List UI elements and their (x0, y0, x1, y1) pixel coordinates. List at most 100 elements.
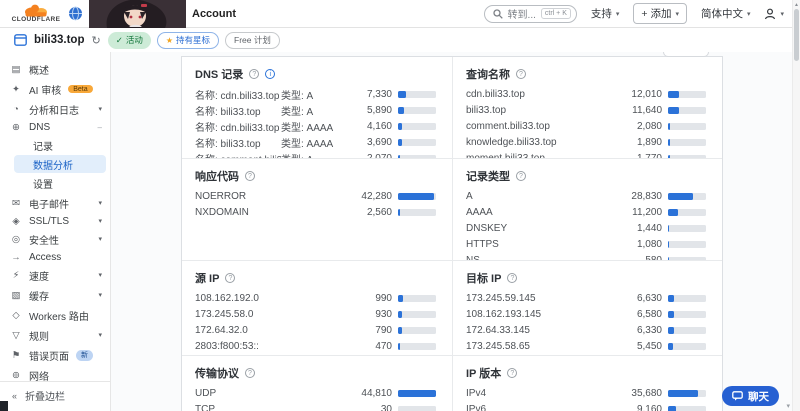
bar-track (668, 138, 706, 146)
help-icon[interactable]: ? (245, 368, 255, 378)
metric-row: 108.162.192.0 990 (195, 291, 436, 307)
help-icon[interactable]: ? (516, 69, 526, 79)
bar-fill (398, 390, 436, 398)
bar-track (398, 209, 436, 217)
sidebar-item-workers-routes[interactable]: ◇ Workers 路由 (0, 305, 110, 325)
panel-transport-protocol: 传输协议? UDP 44,810 TCP 30 (182, 355, 452, 411)
bar-track (398, 295, 436, 303)
metric-row: 名称: cdn.bili33.top 类型: AAAA 4,160 (195, 119, 436, 135)
sidebar-item-label: DNS (29, 121, 51, 133)
globe-icon[interactable] (68, 6, 83, 21)
sidebar-subitem-dns-analytics[interactable]: 数据分析 (14, 155, 106, 173)
help-icon[interactable]: ? (249, 69, 260, 79)
zone-badge-plan[interactable]: Free 计划 (225, 31, 280, 49)
panel-ip-version: IP 版本? IPv4 35,680 IPv6 9,160 (452, 355, 722, 411)
zone-badge-active[interactable]: ✓ 活动 (107, 31, 151, 49)
scrollbar-thumb[interactable] (794, 9, 799, 61)
sidebar-item-speed[interactable]: ⚡ 速度 ▾ (0, 265, 110, 285)
user-menu[interactable]: ▾ (764, 8, 784, 20)
zone-badge-star[interactable]: ★ 持有星标 (156, 31, 220, 49)
search-shortcut-badge: ctrl + K (540, 8, 571, 19)
content-area: DNS 记录? i 名称: cdn.bili33.top 类型: A 7,330 名称: … (111, 52, 800, 411)
chat-button[interactable]: 聊天 (722, 386, 779, 406)
bar-fill (668, 193, 693, 201)
metric-label: knowledge.bili33.top (466, 136, 557, 148)
add-menu[interactable]: + 添加 ▾ (633, 3, 687, 24)
chevron-down-icon: ▾ (98, 236, 102, 243)
scrollbar[interactable]: ▲ (792, 0, 800, 411)
metric-label: DNSKEY (466, 222, 508, 234)
collapse-indicator-icon: – (97, 122, 102, 132)
record-type: 类型: A (280, 91, 314, 103)
sidebar-item-ssl-tls[interactable]: ◈ SSL/TLS ▾ (0, 213, 110, 229)
info-icon[interactable]: i (265, 69, 276, 79)
bar-track (668, 240, 706, 248)
metric-row: cdn.bili33.top 12,010 (466, 87, 706, 103)
beta-badge: Beta (68, 85, 93, 93)
panel-title: 传输协议 (195, 368, 239, 380)
sidebar-item-label: 网络 (29, 371, 49, 382)
panel-dns-records: DNS 记录? i 名称: cdn.bili33.top 类型: A 7,330 名称: … (182, 57, 452, 158)
collapse-sidebar-button[interactable]: « 折叠边栏 (0, 381, 110, 411)
search-input[interactable]: 转到... ctrl + K (483, 4, 577, 23)
zone-badge-label: 活动 (125, 35, 143, 45)
metric-row: 2803:f800:53:: 470 (195, 338, 436, 354)
sidebar-item-error-pages[interactable]: ⚑ 错误页面新 (0, 345, 110, 365)
metric-label: IPv6 (466, 404, 487, 411)
refresh-icon[interactable]: ↻ (91, 34, 100, 47)
bar-track (398, 311, 436, 319)
panel-destination-ip: 目标 IP? 173.245.59.145 6,630 108.162.193.145… (452, 260, 722, 355)
bar-fill (398, 122, 403, 130)
bar-track (398, 406, 436, 411)
main-region: ▤ 概述 ✦ AI 审核 Beta ◔ 分析和日志 ▾ ⊕ DNS – 记录 数据分析 设置 ✉ 电子邮件 ▾ ◈… (0, 52, 800, 411)
language-menu[interactable]: 简体中文 ▾ (701, 6, 751, 21)
sidebar-item-label: 安全性 (29, 235, 59, 247)
cloudflare-logo[interactable]: CLOUDFLARE (8, 4, 64, 23)
bar-track (398, 326, 436, 334)
bar-fill (668, 138, 670, 146)
record-type: 类型: AAAA (280, 138, 334, 150)
support-menu[interactable]: 支持 ▾ (591, 6, 620, 21)
metric-row: NOERROR 42,280 (195, 189, 436, 205)
bar-fill (668, 209, 678, 217)
sidebar-item-rules[interactable]: ▽ 规则 ▾ (0, 325, 110, 345)
bar-track (668, 209, 706, 217)
help-icon[interactable]: ? (225, 273, 236, 283)
sidebar-subitem-dns-settings[interactable]: 设置 (14, 174, 106, 192)
account-avatar-banner[interactable] (89, 0, 186, 28)
new-badge: 新 (76, 349, 93, 361)
metric-value: 3,690 (366, 136, 392, 148)
panel-title: DNS 记录 (195, 69, 244, 81)
panel-title: 目标 IP (466, 273, 502, 285)
metric-value: 7,330 (366, 89, 392, 101)
collapse-sidebar-label: 折叠边栏 (25, 392, 66, 403)
sidebar-item-analytics-logs[interactable]: ◔ 分析和日志 ▾ (0, 99, 110, 119)
sidebar-item-network[interactable]: ⊚ 网络 (0, 365, 110, 382)
metric-value: 6,580 (636, 309, 662, 321)
scroll-up-arrow[interactable]: ▲ (793, 0, 800, 8)
user-icon (765, 8, 776, 19)
metric-value: 790 (375, 324, 392, 336)
bar-track (398, 138, 436, 146)
sidebar-item-label: Access (29, 251, 62, 263)
help-icon[interactable]: ? (507, 273, 518, 283)
sidebar-item-email[interactable]: ✉ 电子邮件 ▾ (0, 193, 110, 213)
sidebar-item-access[interactable]: → Access (0, 249, 110, 265)
zone-domain[interactable]: bili33.top (34, 34, 84, 46)
bar-fill (398, 295, 403, 303)
sidebar-item-ai-audit[interactable]: ✦ AI 审核 Beta (0, 79, 110, 99)
bar-track (668, 295, 706, 303)
sidebar-item-dns[interactable]: ⊕ DNS – (0, 119, 110, 135)
sidebar-subitem-dns-records[interactable]: 记录 (14, 136, 106, 154)
metric-value: 1,890 (636, 136, 662, 148)
sidebar-item-security[interactable]: ◎ 安全性 ▾ (0, 229, 110, 249)
account-label[interactable]: Account (192, 8, 236, 20)
help-icon[interactable]: ? (245, 171, 255, 181)
help-icon[interactable]: ? (507, 368, 518, 378)
sidebar-item-overview[interactable]: ▤ 概述 (0, 59, 110, 79)
bar-fill (398, 326, 402, 334)
sidebar-item-caching[interactable]: ▧ 缓存 ▾ (0, 285, 110, 305)
help-icon[interactable]: ? (516, 171, 526, 181)
sidebar-item-label: 规则 (29, 331, 49, 343)
panel-title-row: 查询名称? (466, 66, 706, 82)
